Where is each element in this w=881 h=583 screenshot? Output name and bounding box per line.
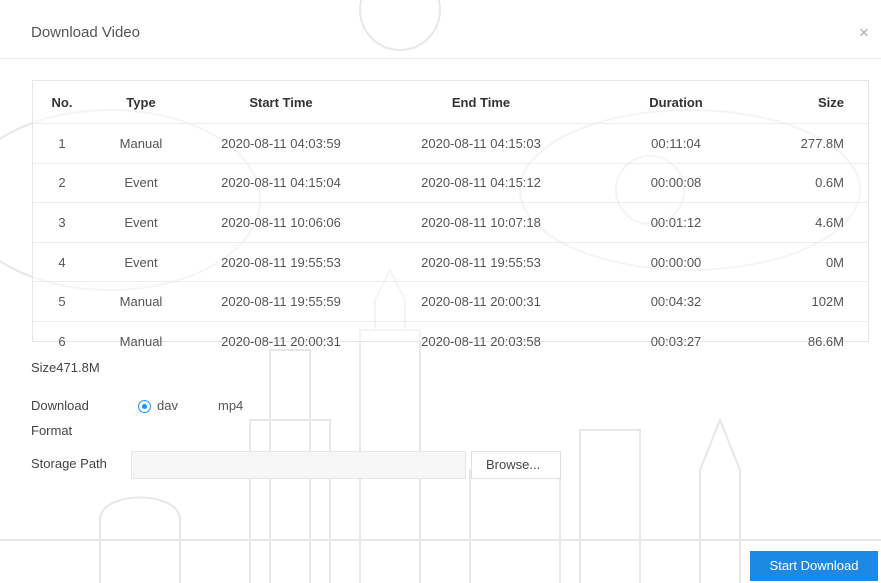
column-header-start-time: Start Time — [249, 94, 313, 110]
cell-start-time: 2020-08-11 19:55:59 — [191, 281, 371, 322]
format-option-mp4-label[interactable]: mp4 — [218, 398, 243, 413]
download-video-dialog: Download Video × No. Type Start Time End… — [0, 0, 881, 583]
storage-path-label: Storage Path — [31, 456, 107, 471]
recordings-table: No. Type Start Time End Time Duration Si… — [32, 80, 869, 361]
browse-button[interactable]: Browse... — [471, 451, 561, 479]
cell-size: 4.6M — [761, 202, 868, 243]
cell-no: 2 — [33, 162, 91, 203]
title-divider — [0, 58, 881, 59]
cell-duration: 00:00:00 — [591, 241, 761, 282]
column-header-no: No. — [51, 94, 73, 110]
start-download-button[interactable]: Start Download — [750, 551, 878, 581]
download-format-label-line1: Download — [31, 398, 89, 413]
cell-type: Event — [91, 241, 191, 282]
cell-type: Manual — [91, 123, 191, 164]
table-row[interactable]: 1 Manual 2020-08-11 04:03:59 2020-08-11 … — [33, 123, 868, 164]
cell-duration: 00:11:04 — [591, 123, 761, 164]
cell-type: Manual — [91, 281, 191, 322]
cell-no: 6 — [33, 320, 91, 361]
close-icon[interactable]: × — [859, 23, 869, 43]
cell-end-time: 2020-08-11 04:15:03 — [371, 123, 591, 164]
cell-end-time: 2020-08-11 04:15:12 — [371, 162, 591, 203]
cell-duration: 00:04:32 — [591, 281, 761, 322]
cell-start-time: 2020-08-11 20:00:31 — [191, 320, 371, 361]
cell-end-time: 2020-08-11 19:55:53 — [371, 241, 591, 282]
table-row[interactable]: 6 Manual 2020-08-11 20:00:31 2020-08-11 … — [33, 320, 868, 361]
cell-duration: 00:03:27 — [591, 320, 761, 361]
format-option-dav-label[interactable]: dav — [157, 398, 178, 413]
column-header-end-time: End Time — [451, 94, 511, 110]
column-header-duration: Duration — [649, 94, 703, 110]
dialog-title: Download Video — [31, 24, 140, 41]
table-row[interactable]: 2 Event 2020-08-11 04:15:04 2020-08-11 0… — [33, 162, 868, 203]
cell-type: Event — [91, 162, 191, 203]
cell-size: 102M — [761, 281, 868, 322]
format-radio-dav[interactable] — [138, 400, 151, 413]
cell-end-time: 2020-08-11 10:07:18 — [371, 202, 591, 243]
cell-no: 3 — [33, 202, 91, 243]
cell-no: 1 — [33, 123, 91, 164]
total-size-label: Size471.8M — [31, 360, 100, 375]
column-header-type: Type — [126, 94, 156, 110]
cell-duration: 00:00:08 — [591, 162, 761, 203]
download-format-label-line2: Format — [31, 423, 73, 438]
cell-no: 4 — [33, 241, 91, 282]
format-radio-mp4[interactable] — [201, 400, 214, 413]
table-row[interactable]: 5 Manual 2020-08-11 19:55:59 2020-08-11 … — [33, 281, 868, 322]
cell-size: 277.8M — [761, 123, 868, 164]
cell-start-time: 2020-08-11 04:15:04 — [191, 162, 371, 203]
column-header-size: Size — [817, 94, 844, 110]
table-row[interactable]: 3 Event 2020-08-11 10:06:06 2020-08-11 1… — [33, 202, 868, 243]
cell-size: 0M — [761, 241, 868, 282]
cell-type: Manual — [91, 320, 191, 361]
storage-path-input[interactable] — [131, 451, 466, 479]
cell-size: 86.6M — [761, 320, 868, 361]
cell-duration: 00:01:12 — [591, 202, 761, 243]
table-header-row: No. Type Start Time End Time Duration Si… — [33, 81, 868, 124]
cell-end-time: 2020-08-11 20:03:58 — [371, 320, 591, 361]
cell-start-time: 2020-08-11 04:03:59 — [191, 123, 371, 164]
cell-type: Event — [91, 202, 191, 243]
cell-start-time: 2020-08-11 19:55:53 — [191, 241, 371, 282]
cell-no: 5 — [33, 281, 91, 322]
cell-size: 0.6M — [761, 162, 868, 203]
cell-end-time: 2020-08-11 20:00:31 — [371, 281, 591, 322]
table-row[interactable]: 4 Event 2020-08-11 19:55:53 2020-08-11 1… — [33, 241, 868, 282]
cell-start-time: 2020-08-11 10:06:06 — [191, 202, 371, 243]
